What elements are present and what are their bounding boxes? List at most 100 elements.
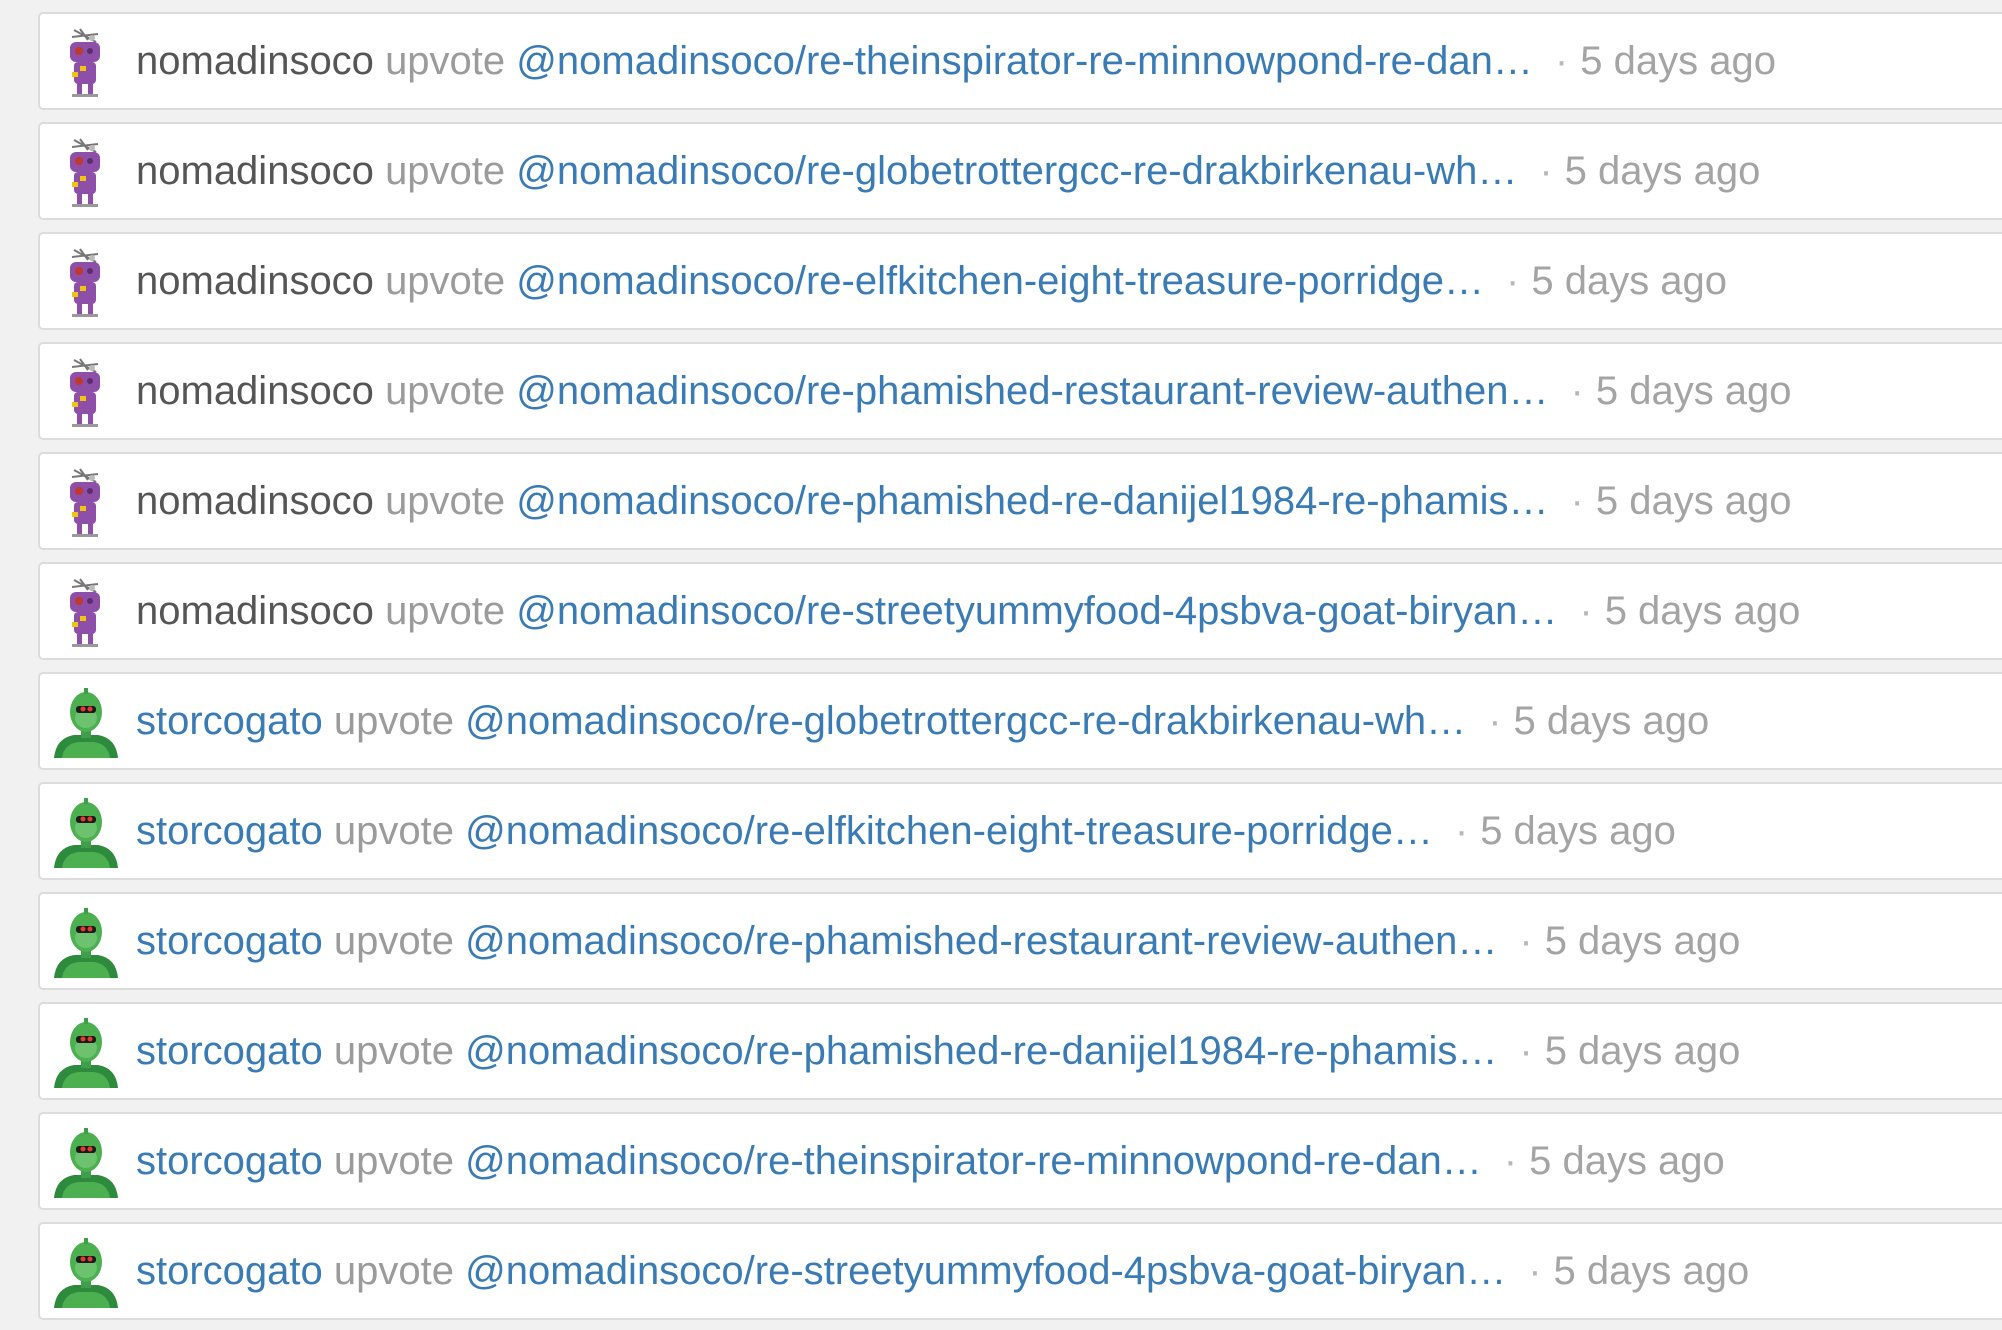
activity-text: nomadinsoco upvote @nomadinsoco/re-stree… — [136, 564, 1800, 658]
post-permlink-link[interactable]: @nomadinsoco/re-streetyummyfood-4psbva-g… — [516, 589, 1557, 633]
account-link[interactable]: nomadinsoco — [136, 149, 374, 193]
separator-dot: · — [1519, 1029, 1533, 1073]
activity-row: nomadinsoco upvote @nomadinsoco/re-elfki… — [38, 232, 2002, 330]
avatar[interactable] — [46, 468, 122, 538]
separator-dot: · — [1488, 699, 1502, 743]
account-link[interactable]: storcogato — [136, 1249, 323, 1293]
account-link[interactable]: storcogato — [136, 699, 323, 743]
post-permlink-link[interactable]: @nomadinsoco/re-theinspirator-re-minnowp… — [516, 39, 1533, 83]
separator-dot: · — [1506, 259, 1520, 303]
activity-text: storcogato upvote @nomadinsoco/re-phamis… — [136, 1004, 1740, 1098]
avatar[interactable] — [48, 1018, 124, 1088]
account-link[interactable]: nomadinsoco — [136, 369, 374, 413]
timestamp: 5 days ago — [1531, 259, 1728, 303]
activity-row: storcogato upvote @nomadinsoco/re-phamis… — [38, 1002, 2002, 1100]
timestamp: 5 days ago — [1529, 1139, 1725, 1183]
activity-text: storcogato upvote @nomadinsoco/re-street… — [136, 1224, 1749, 1318]
activity-text: nomadinsoco upvote @nomadinsoco/re-globe… — [136, 124, 1760, 218]
timestamp: 5 days ago — [1580, 39, 1776, 83]
account-link[interactable]: storcogato — [136, 1029, 323, 1073]
timestamp: 5 days ago — [1544, 919, 1741, 963]
post-permlink-link[interactable]: @nomadinsoco/re-globetrottergcc-re-drakb… — [465, 699, 1466, 743]
timestamp: 5 days ago — [1604, 589, 1801, 633]
avatar[interactable] — [46, 28, 122, 98]
action-label: upvote — [385, 479, 506, 523]
avatar[interactable] — [48, 908, 124, 978]
separator-dot: · — [1579, 589, 1593, 633]
separator-dot: · — [1570, 479, 1584, 523]
activity-row: storcogato upvote @nomadinsoco/re-theins… — [38, 1112, 2002, 1210]
action-label: upvote — [333, 699, 455, 743]
avatar[interactable] — [48, 688, 124, 758]
activity-row: nomadinsoco upvote @nomadinsoco/re-phami… — [38, 452, 2002, 550]
activity-row: nomadinsoco upvote @nomadinsoco/re-phami… — [38, 342, 2002, 440]
green-alien-avatar-icon — [54, 798, 118, 868]
purple-robot-avatar-icon — [70, 248, 100, 317]
action-label: upvote — [385, 589, 506, 633]
separator-dot: · — [1570, 369, 1584, 413]
post-permlink-link[interactable]: @nomadinsoco/re-globetrottergcc-re-drakb… — [516, 149, 1517, 193]
timestamp: 5 days ago — [1564, 149, 1761, 193]
account-link[interactable]: nomadinsoco — [136, 259, 374, 303]
post-permlink-link[interactable]: @nomadinsoco/re-elfkitchen-eight-treasur… — [516, 259, 1484, 303]
avatar[interactable] — [46, 138, 122, 208]
activity-text: nomadinsoco upvote @nomadinsoco/re-phami… — [136, 344, 1792, 438]
activity-text: storcogato upvote @nomadinsoco/re-elfkit… — [136, 784, 1676, 878]
separator-dot: · — [1539, 149, 1553, 193]
purple-robot-avatar-icon — [70, 468, 100, 537]
account-link[interactable]: storcogato — [136, 1139, 323, 1183]
account-link[interactable]: nomadinsoco — [136, 479, 374, 523]
green-alien-avatar-icon — [54, 1018, 118, 1088]
action-label: upvote — [385, 369, 506, 413]
account-link[interactable]: nomadinsoco — [136, 589, 374, 633]
account-link[interactable]: nomadinsoco — [136, 39, 374, 83]
green-alien-avatar-icon — [54, 1128, 118, 1198]
separator-dot: · — [1528, 1249, 1542, 1293]
separator-dot: · — [1554, 39, 1569, 83]
activity-row: storcogato upvote @nomadinsoco/re-elfkit… — [38, 782, 2002, 880]
purple-robot-avatar-icon — [70, 358, 100, 427]
purple-robot-avatar-icon — [70, 28, 100, 97]
action-label: upvote — [385, 259, 506, 303]
activity-row: storcogato upvote @nomadinsoco/re-street… — [38, 1222, 2002, 1320]
action-label: upvote — [333, 1139, 455, 1183]
activity-text: storcogato upvote @nomadinsoco/re-globet… — [136, 674, 1709, 768]
activity-text: nomadinsoco upvote @nomadinsoco/re-elfki… — [136, 234, 1727, 328]
activity-row: nomadinsoco upvote @nomadinsoco/re-stree… — [38, 562, 2002, 660]
timestamp: 5 days ago — [1595, 369, 1792, 413]
action-label: upvote — [333, 1029, 455, 1073]
action-label: upvote — [385, 149, 506, 193]
purple-robot-avatar-icon — [70, 578, 100, 647]
avatar[interactable] — [46, 358, 122, 428]
action-label: upvote — [333, 809, 455, 853]
avatar[interactable] — [48, 798, 124, 868]
green-alien-avatar-icon — [54, 1238, 118, 1308]
avatar[interactable] — [48, 1238, 124, 1308]
post-permlink-link[interactable]: @nomadinsoco/re-phamished-re-danijel1984… — [516, 479, 1548, 523]
post-permlink-link[interactable]: @nomadinsoco/re-phamished-restaurant-rev… — [465, 919, 1497, 963]
timestamp: 5 days ago — [1595, 479, 1792, 523]
post-permlink-link[interactable]: @nomadinsoco/re-phamished-re-danijel1984… — [465, 1029, 1497, 1073]
timestamp: 5 days ago — [1513, 699, 1710, 743]
activity-row: storcogato upvote @nomadinsoco/re-globet… — [38, 672, 2002, 770]
separator-dot: · — [1519, 919, 1533, 963]
post-permlink-link[interactable]: @nomadinsoco/re-streetyummyfood-4psbva-g… — [465, 1249, 1506, 1293]
avatar[interactable] — [48, 1128, 124, 1198]
post-permlink-link[interactable]: @nomadinsoco/re-elfkitchen-eight-treasur… — [465, 809, 1433, 853]
timestamp: 5 days ago — [1553, 1249, 1750, 1293]
activity-row: nomadinsoco upvote @nomadinsoco/re-globe… — [38, 122, 2002, 220]
activity-feed: nomadinsoco upvote @nomadinsoco/re-thein… — [0, 0, 2002, 1330]
avatar[interactable] — [46, 248, 122, 318]
purple-robot-avatar-icon — [70, 138, 100, 207]
activity-row: nomadinsoco upvote @nomadinsoco/re-thein… — [38, 12, 2002, 110]
action-label: upvote — [385, 39, 506, 83]
activity-text: nomadinsoco upvote @nomadinsoco/re-phami… — [136, 454, 1792, 548]
avatar[interactable] — [46, 578, 122, 648]
account-link[interactable]: storcogato — [136, 919, 323, 963]
post-permlink-link[interactable]: @nomadinsoco/re-theinspirator-re-minnowp… — [465, 1139, 1482, 1183]
action-label: upvote — [333, 1249, 455, 1293]
post-permlink-link[interactable]: @nomadinsoco/re-phamished-restaurant-rev… — [516, 369, 1548, 413]
account-link[interactable]: storcogato — [136, 809, 323, 853]
green-alien-avatar-icon — [54, 908, 118, 978]
timestamp: 5 days ago — [1480, 809, 1676, 853]
